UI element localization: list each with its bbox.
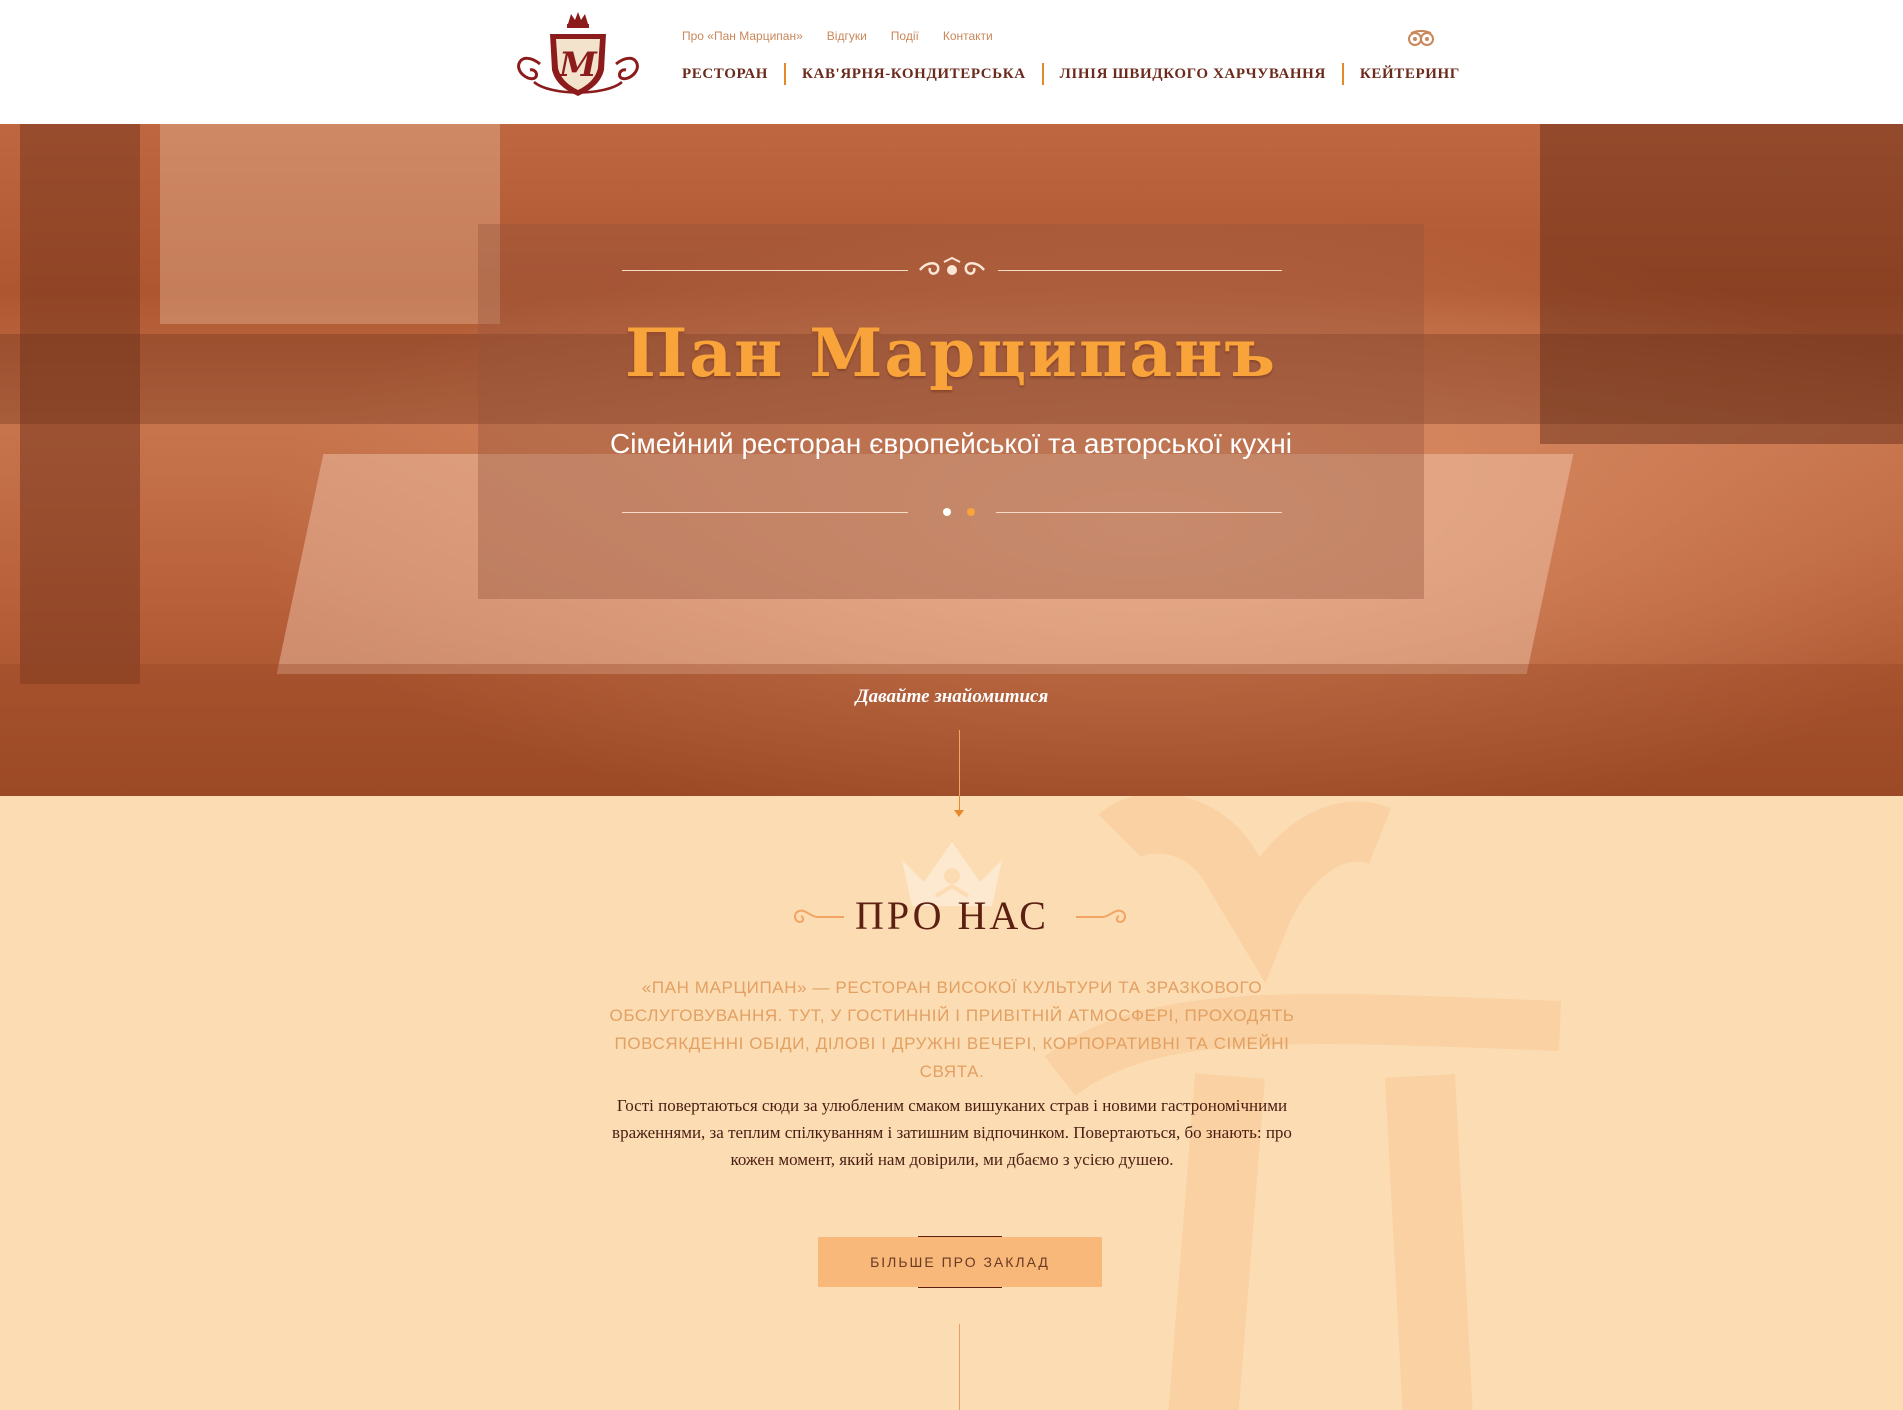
- more-about-button[interactable]: БІЛЬШЕ ПРО ЗАКЛАД: [818, 1237, 1102, 1287]
- top-link-contacts[interactable]: Контакти: [943, 29, 993, 43]
- logo[interactable]: M: [500, 8, 656, 106]
- slide-title: Пан Марципанъ: [624, 314, 1278, 392]
- nav-catering[interactable]: КЕЙТЕРИНГ: [1360, 66, 1460, 83]
- tripadvisor-owl-icon[interactable]: [1407, 30, 1435, 46]
- about-lead-text: «ПАН МАРЦИПАН» — РЕСТОРАН ВИСОКОЇ КУЛЬТУ…: [609, 978, 1295, 1081]
- nav-divider: [784, 63, 787, 85]
- scroll-down-line: [959, 730, 960, 796]
- hero-slider: Пан Марципанъ Сімейний ресторан європейс…: [0, 124, 1903, 796]
- hero-ornament-icon: [910, 256, 994, 284]
- top-links: Про «Пан Марципан» Відгуки Події Контакт…: [682, 29, 993, 43]
- hero-top-line-right: [998, 270, 1282, 271]
- slider-dot-1[interactable]: [943, 508, 951, 516]
- hero-photo-window-left: [160, 124, 500, 324]
- nav-divider: [1041, 63, 1044, 85]
- top-link-events[interactable]: Події: [891, 29, 919, 43]
- slider-dot-2[interactable]: [967, 508, 975, 516]
- nav-fast-food[interactable]: ЛІНІЯ ШВИДКОГО ХАРЧУВАННЯ: [1060, 66, 1326, 83]
- top-link-reviews[interactable]: Відгуки: [827, 29, 867, 43]
- about-section: ПРО НАС «ПАН МАРЦИПАН» — РЕСТОРАН ВИСОКО…: [0, 796, 1903, 1410]
- title-swirl-right-icon: [1074, 906, 1130, 928]
- about-body-text: Гості повертаються сюди за улюбленим сма…: [612, 1096, 1292, 1169]
- hero-top-line-left: [622, 270, 908, 271]
- lets-get-acquainted-link[interactable]: Давайте знайомитися: [752, 686, 1152, 708]
- hero-bottom-line-left: [622, 512, 908, 513]
- slide-subtitle: Сімейний ресторан європейської та авторс…: [610, 428, 1292, 459]
- hero-photo-floor: [0, 664, 1903, 796]
- hero-bottom-line-right: [996, 512, 1282, 513]
- nav-cafe-confectionery[interactable]: КАВ'ЯРНЯ-КОНДИТЕРСЬКА: [802, 66, 1026, 83]
- top-link-about[interactable]: Про «Пан Марципан»: [682, 29, 803, 43]
- nav-divider: [1341, 63, 1344, 85]
- main-nav: РЕСТОРАН КАВ'ЯРНЯ-КОНДИТЕРСЬКА ЛІНІЯ ШВИ…: [682, 63, 1460, 85]
- nav-restaurant[interactable]: РЕСТОРАН: [682, 66, 768, 83]
- button-line-bottom: [918, 1287, 1002, 1288]
- arrow-down-icon: [954, 810, 964, 817]
- site-header: M Про «Пан Марципан» Відгуки Події Конта…: [0, 0, 1903, 124]
- section-connector-line: [959, 1324, 960, 1410]
- about-title: ПРО НАС: [855, 893, 1049, 938]
- logo-letter: M: [558, 45, 598, 85]
